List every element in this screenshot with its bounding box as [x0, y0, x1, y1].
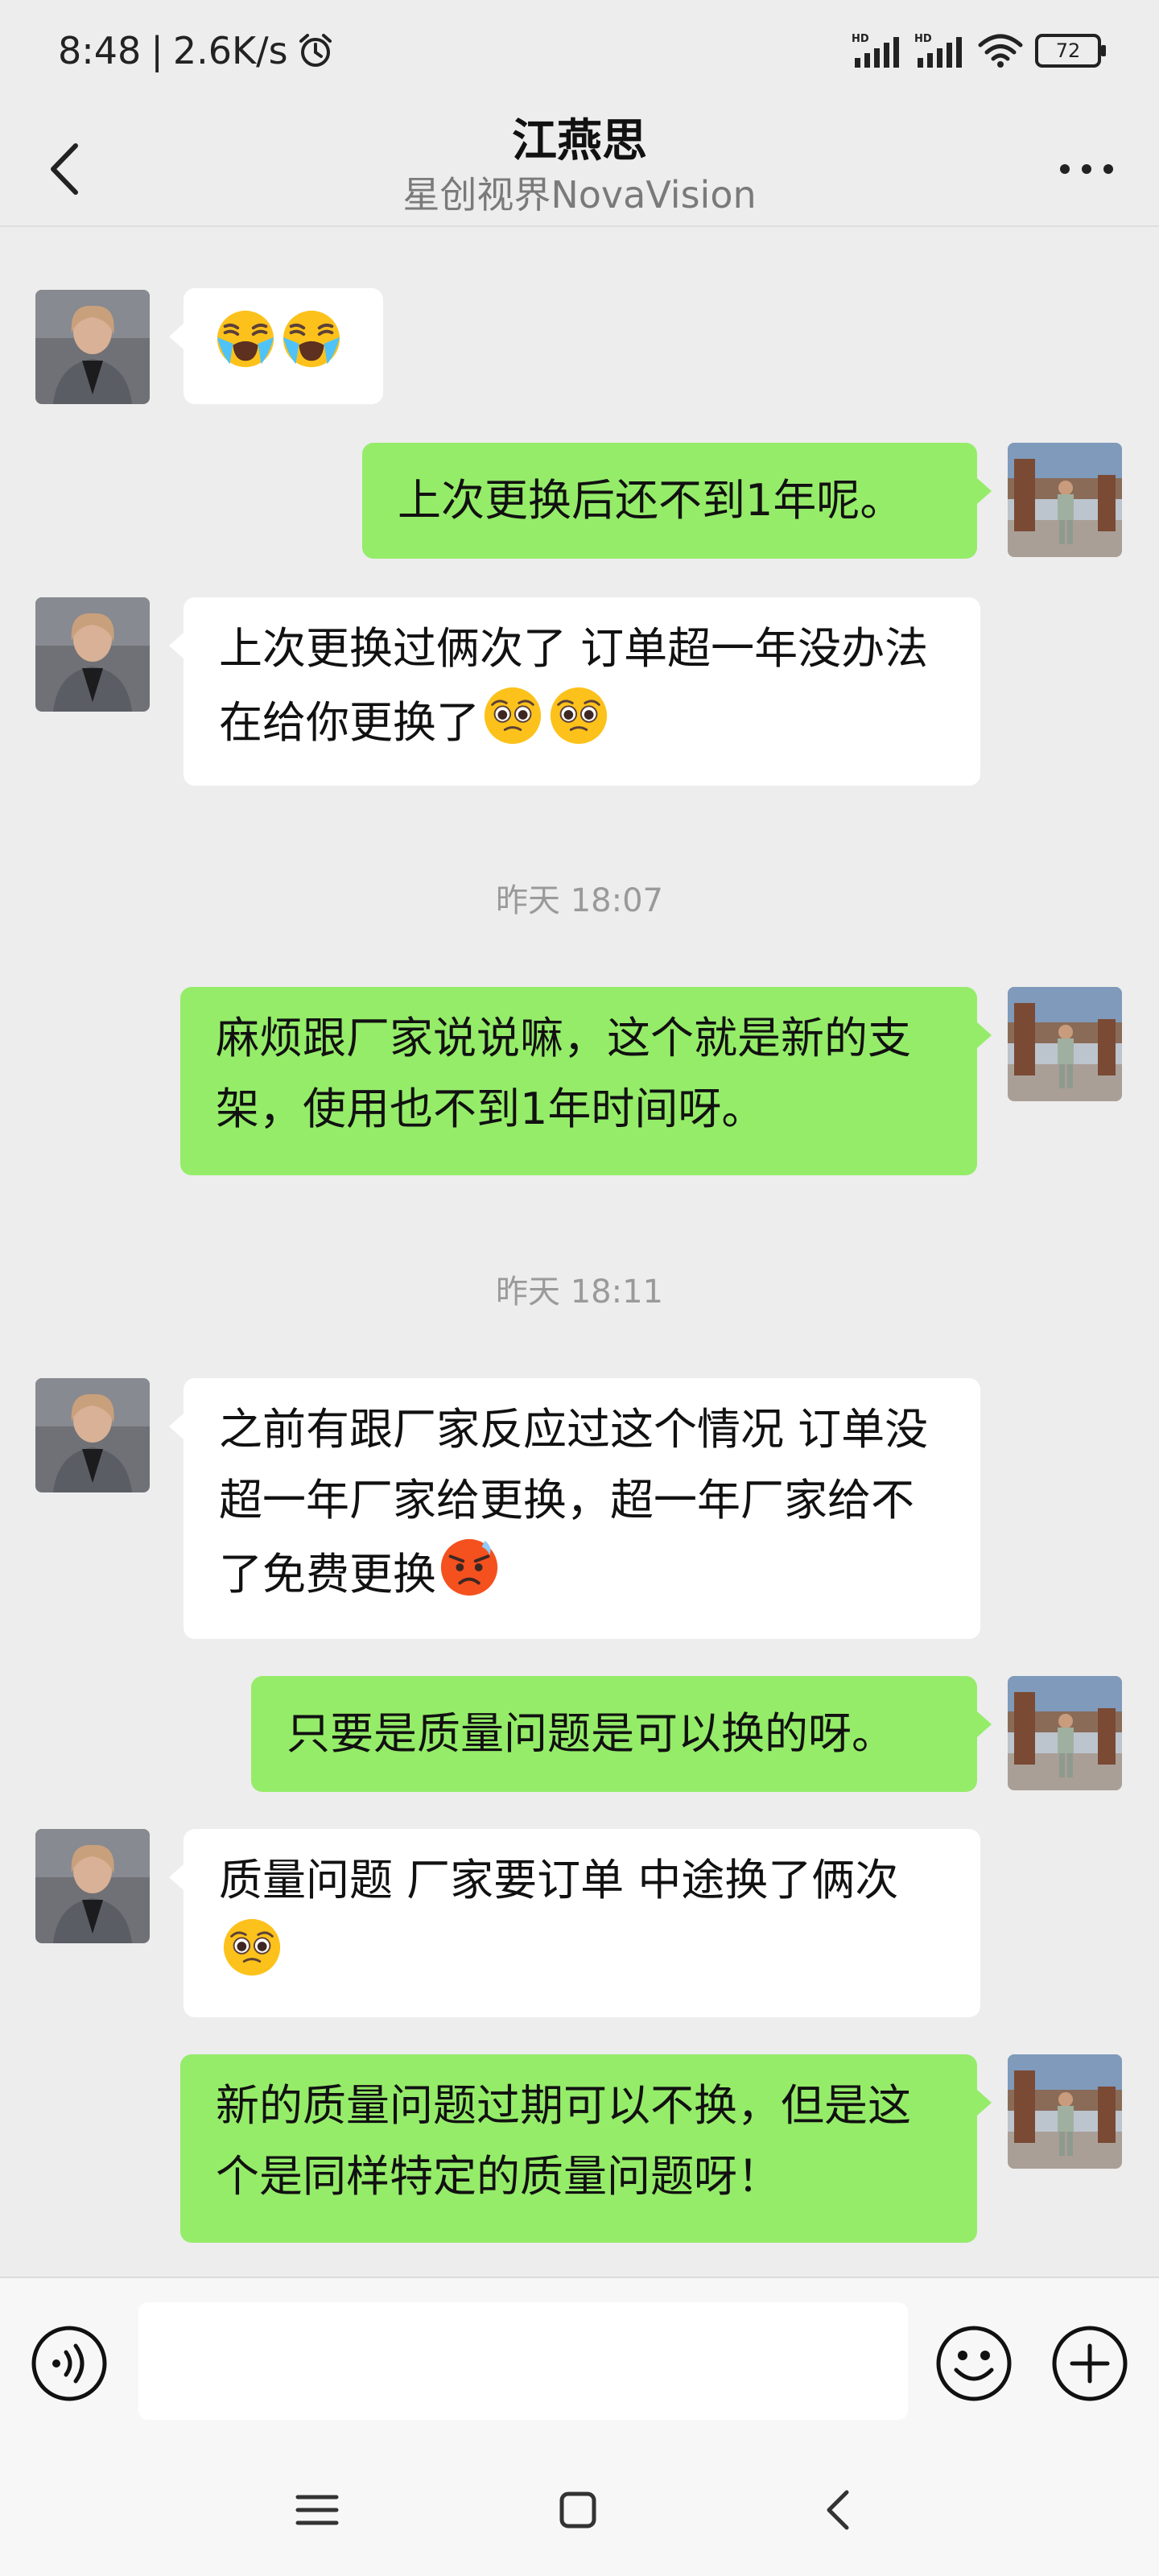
- status-separator: |: [151, 29, 163, 72]
- more-icon: [1060, 164, 1113, 174]
- message-input[interactable]: [138, 2302, 908, 2420]
- menu-icon[interactable]: [285, 2478, 349, 2542]
- message-bubble[interactable]: 之前有跟厂家反应过这个情况 订单没超一年厂家给更换，超一年厂家给不了免费更换: [169, 1378, 980, 1639]
- my-avatar[interactable]: [1008, 443, 1122, 557]
- contact-name: 江燕思: [512, 115, 647, 167]
- message-bubble[interactable]: [169, 288, 383, 404]
- more-button[interactable]: [1046, 129, 1127, 209]
- battery-icon: 72: [1035, 34, 1106, 68]
- back-icon[interactable]: [806, 2478, 871, 2542]
- wifi-icon: [978, 34, 1023, 68]
- signal-icon: HD: [852, 33, 899, 68]
- hot-angry-face-icon: [438, 1536, 501, 1599]
- message-bubble[interactable]: 上次更换后还不到1年呢。: [362, 443, 992, 559]
- status-left: 8:48 | 2.6K/s: [58, 29, 335, 72]
- voice-icon[interactable]: [29, 2323, 109, 2404]
- message-text: 麻烦跟厂家说说嘛，这个就是新的支架，使用也不到1年时间呀。: [216, 1013, 911, 1134]
- svg-text:HD: HD: [852, 33, 869, 45]
- pleading-face-icon: [547, 684, 610, 747]
- plus-icon[interactable]: [1050, 2323, 1130, 2404]
- system-nav-bar: [0, 2446, 1159, 2576]
- timestamp: 昨天 18:07: [496, 882, 663, 919]
- contact-avatar[interactable]: [35, 290, 150, 404]
- message-text: 质量问题 厂家要订单 中途换了俩次: [219, 1855, 899, 1905]
- loudly-crying-face-icon: [280, 308, 343, 370]
- network-speed: 2.6K/s: [172, 29, 288, 72]
- contact-avatar[interactable]: [35, 1829, 150, 1943]
- status-right: HD HD 72: [852, 32, 1106, 69]
- contact-avatar[interactable]: [35, 1378, 150, 1492]
- chat-header: 江燕思 星创视界NovaVision: [0, 105, 1159, 227]
- message-bubble[interactable]: 麻烦跟厂家说说嘛，这个就是新的支架，使用也不到1年时间呀。: [180, 987, 992, 1175]
- message-bubble[interactable]: 只要是质量问题是可以换的呀。: [251, 1676, 992, 1792]
- message-bubble[interactable]: 质量问题 厂家要订单 中途换了俩次: [169, 1829, 980, 2017]
- svg-text:HD: HD: [914, 33, 932, 45]
- status-time: 8:48: [58, 29, 142, 72]
- my-avatar[interactable]: [1008, 1676, 1122, 1790]
- timestamp: 昨天 18:11: [496, 1274, 663, 1311]
- contact-company: 星创视界NovaVision: [402, 173, 757, 217]
- loudly-crying-face-icon: [214, 308, 277, 370]
- status-bar: 8:48 | 2.6K/s HD HD 72: [0, 0, 1159, 105]
- message-text: 只要是质量问题是可以换的呀。: [287, 1708, 895, 1759]
- message-text: 新的质量问题过期可以不换，但是这个是同样特定的质量问题呀！: [216, 2080, 911, 2202]
- message-bubble[interactable]: 上次更换过俩次了 订单超一年没办法在给你更换了: [169, 597, 980, 786]
- alarm-icon: [299, 34, 332, 67]
- my-avatar[interactable]: [1008, 987, 1122, 1101]
- my-avatar[interactable]: [1008, 2054, 1122, 2169]
- contact-avatar[interactable]: [35, 597, 150, 712]
- pleading-face-icon: [481, 684, 544, 747]
- emoji-icon[interactable]: [934, 2323, 1014, 2404]
- home-icon[interactable]: [546, 2478, 610, 2542]
- message-text: 之前有跟厂家反应过这个情况 订单没超一年厂家给更换，超一年厂家给不了免费更换: [219, 1404, 929, 1600]
- signal-icon: HD: [914, 33, 962, 68]
- battery-level: 72: [1055, 39, 1081, 62]
- input-bar: [0, 2277, 1159, 2447]
- message-bubble[interactable]: 新的质量问题过期可以不换，但是这个是同样特定的质量问题呀！: [180, 2054, 992, 2243]
- pleading-face-icon: [221, 1916, 283, 1979]
- message-text: 上次更换后还不到1年呢。: [398, 475, 904, 526]
